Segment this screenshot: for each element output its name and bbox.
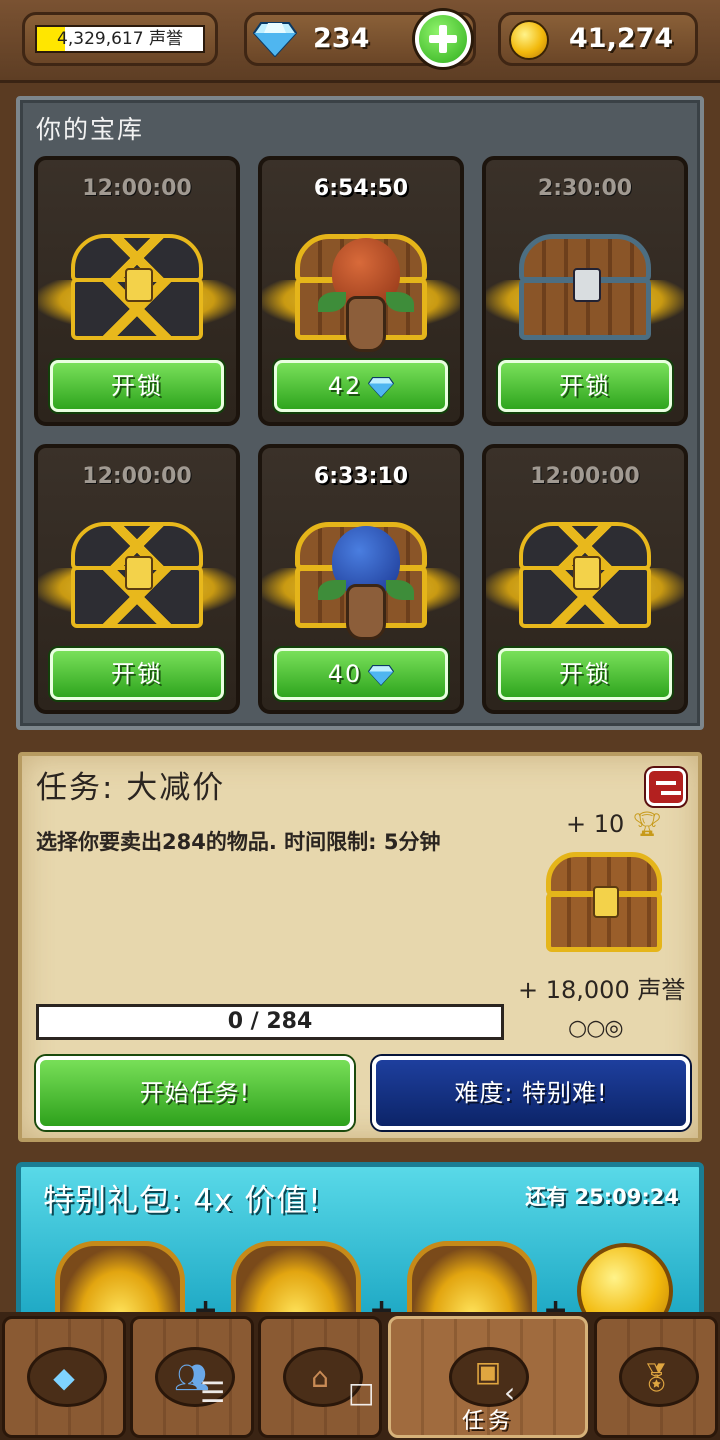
diamond-icon [368, 664, 395, 686]
difficulty-button[interactable]: 难度: 特别难! [372, 1056, 690, 1130]
reward-chest-icon [546, 852, 662, 956]
quest-title: 任务: 大减价 [36, 770, 226, 806]
reputation-reward: + 18,000 声誉 [518, 976, 686, 1004]
slot-timer: 6:33:10 [313, 464, 409, 489]
wood-chest-icon [519, 234, 651, 342]
special-offer-panel[interactable]: 特别礼包: 4x 价值! 还有 25:09:24 + + + [16, 1162, 704, 1332]
trophy-icon: 🏆︎ [631, 810, 663, 838]
swap-icon [656, 781, 676, 785]
medal-icon: 🏅︎ [638, 1361, 674, 1394]
slot-timer: 6:54:50 [313, 176, 409, 201]
mushroom-creature-icon [318, 238, 414, 358]
diamond-icon: ◆ [53, 1361, 75, 1394]
reputation-panel[interactable]: 4,329,617 声誉 [22, 12, 218, 66]
gold-panel[interactable]: 41,274 [498, 12, 698, 66]
chest-icon: ▣ [474, 1355, 502, 1388]
fancy-chest-icon [71, 234, 203, 342]
quest-panel: 任务: 大减价 选择你要卖出284的物品. 时间限制: 5分钟 + 10 🏆︎ … [18, 752, 702, 1142]
gem-cost: 42 [327, 372, 363, 400]
unlock-button[interactable]: 开锁 [50, 360, 224, 412]
trophy-reward-value: + 10 [566, 810, 625, 838]
vault-slot[interactable]: 12:00:00 开锁 [482, 444, 688, 714]
gems-panel[interactable]: 234 [244, 11, 476, 67]
vault-panel: 你的宝库 12:00:00 开锁 6:54:50 42 2:30:00 开锁 1… [16, 96, 704, 730]
vault-slot[interactable]: 12:00:00 开锁 [34, 444, 240, 714]
gem-cost: 40 [327, 660, 363, 688]
quests-tab[interactable]: ▣ 任务 [388, 1316, 588, 1438]
trophy-reward: + 10 🏆︎ [566, 810, 662, 838]
reputation-progress-bar: 4,329,617 声誉 [35, 25, 205, 53]
quest-description: 选择你要卖出284的物品. 时间限制: 5分钟 [36, 830, 441, 854]
system-menu-icon[interactable]: ☰ [200, 1376, 225, 1409]
gems-value: 234 [313, 23, 370, 54]
gem-unlock-button[interactable]: 42 [274, 360, 448, 412]
mushroom-creature-icon [318, 526, 414, 646]
gold-coin-icon [509, 20, 549, 60]
slot-timer: 12:00:00 [82, 176, 192, 201]
slot-timer: 2:30:00 [537, 176, 633, 201]
quest-progress-bar: 0 / 284 [36, 1004, 504, 1040]
vault-title: 你的宝库 [36, 115, 145, 144]
vault-slot[interactable]: 6:33:10 40 [258, 444, 464, 714]
quests-tab-label: 任务 [461, 1409, 514, 1434]
slot-timer: 12:00:00 [530, 464, 640, 489]
unlock-button[interactable]: 开锁 [498, 360, 672, 412]
difficulty-indicator: ○○◎ [568, 1016, 624, 1041]
vault-slot[interactable]: 12:00:00 开锁 [34, 156, 240, 426]
achievements-tab[interactable]: 🏅︎ [594, 1316, 718, 1438]
unlock-button[interactable]: 开锁 [498, 648, 672, 700]
system-home-icon[interactable]: □ [348, 1376, 374, 1409]
diamond-icon [368, 376, 395, 398]
diamond-icon [253, 22, 297, 57]
top-resource-bar: 4,329,617 声誉 234 41,274 [0, 0, 720, 83]
fancy-chest-icon [519, 522, 651, 630]
fancy-chest-icon [71, 522, 203, 630]
vault-slot[interactable]: 2:30:00 开锁 [482, 156, 688, 426]
gold-value: 41,274 [569, 23, 674, 54]
slot-timer: 12:00:00 [82, 464, 192, 489]
system-back-icon[interactable]: ‹ [504, 1376, 515, 1409]
people-icon: 👥︎ [174, 1361, 210, 1394]
quest-progress-text: 0 / 284 [227, 1009, 313, 1034]
vault-slot[interactable]: 6:54:50 42 [258, 156, 464, 426]
reputation-value: 4,329,617 声誉 [57, 29, 183, 49]
unlock-button[interactable]: 开锁 [50, 648, 224, 700]
start-quest-button[interactable]: 开始任务! [36, 1056, 354, 1130]
offer-timer: 还有 25:09:24 [525, 1185, 679, 1209]
swap-quest-button[interactable] [646, 768, 686, 806]
add-gems-button[interactable] [415, 11, 471, 67]
gems-tab[interactable]: ◆ [2, 1316, 126, 1438]
gem-unlock-button[interactable]: 40 [274, 648, 448, 700]
offer-title: 特别礼包: 4x 价值! [43, 1183, 322, 1219]
friends-tab[interactable]: 👥︎ [130, 1316, 254, 1438]
